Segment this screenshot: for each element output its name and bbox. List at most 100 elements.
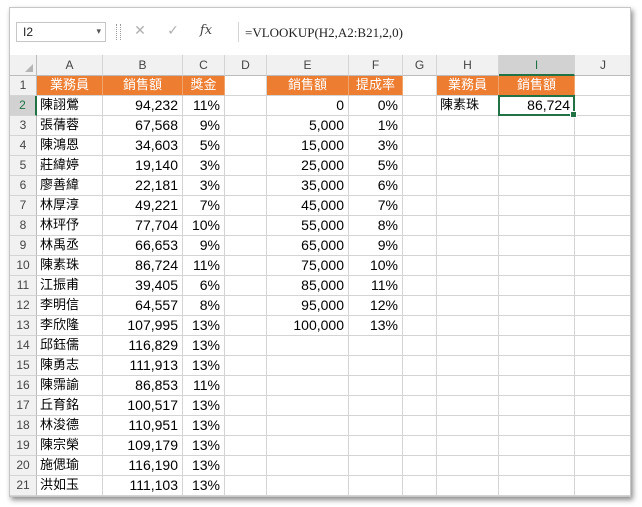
cell[interactable]: [575, 476, 630, 496]
sales-table-header[interactable]: 業務員: [37, 76, 103, 96]
cell[interactable]: [349, 476, 403, 496]
bonus-rate-cell[interactable]: 11%: [183, 256, 225, 276]
cell[interactable]: [403, 156, 437, 176]
cell[interactable]: [499, 356, 575, 376]
row-header-17[interactable]: 17: [10, 396, 37, 416]
cell[interactable]: [437, 396, 499, 416]
cell[interactable]: [403, 236, 437, 256]
bonus-rate-cell[interactable]: 7%: [183, 196, 225, 216]
row-header-3[interactable]: 3: [10, 116, 37, 136]
row-header-19[interactable]: 19: [10, 436, 37, 456]
sales-amount-cell[interactable]: 107,995: [103, 316, 183, 336]
cell[interactable]: [437, 356, 499, 376]
cell[interactable]: [225, 76, 267, 96]
cell[interactable]: [575, 276, 630, 296]
cell[interactable]: [499, 276, 575, 296]
cell[interactable]: [575, 156, 630, 176]
salesperson-cell[interactable]: 洪如玉: [37, 476, 103, 496]
cell[interactable]: [575, 376, 630, 396]
row-header-20[interactable]: 20: [10, 456, 37, 476]
sales-amount-cell[interactable]: 116,829: [103, 336, 183, 356]
cell[interactable]: [575, 496, 631, 497]
lookup-name-cell[interactable]: 陳素珠: [437, 96, 499, 116]
cell[interactable]: [403, 136, 437, 156]
row-header-13[interactable]: 13: [10, 316, 37, 336]
cell[interactable]: [403, 456, 437, 476]
sales-amount-cell[interactable]: 111,103: [103, 476, 183, 496]
commission-rate-cell[interactable]: 6%: [349, 176, 403, 196]
column-header-g[interactable]: G: [403, 55, 437, 76]
x-icon[interactable]: ✕: [128, 20, 152, 42]
insert-function-icon[interactable]: fx: [194, 20, 218, 42]
cell[interactable]: [225, 216, 267, 236]
bonus-rate-cell[interactable]: 11%: [183, 376, 225, 396]
cell[interactable]: [225, 496, 267, 497]
cell[interactable]: [349, 456, 403, 476]
cell[interactable]: [499, 376, 575, 396]
row-header-15[interactable]: 15: [10, 356, 37, 376]
cell[interactable]: [575, 296, 630, 316]
sales-amount-cell[interactable]: 100,517: [103, 396, 183, 416]
bonus-rate-cell[interactable]: 10%: [183, 216, 225, 236]
cell[interactable]: [225, 336, 267, 356]
row-header-6[interactable]: 6: [10, 176, 37, 196]
salesperson-cell[interactable]: 陳詡鶯: [37, 96, 103, 116]
cell[interactable]: [575, 416, 630, 436]
formula-bar-splitter[interactable]: [116, 24, 121, 40]
name-box[interactable]: I2 ▾: [16, 22, 106, 42]
salesperson-cell[interactable]: 林禹丞: [37, 236, 103, 256]
cell[interactable]: [403, 336, 437, 356]
cell[interactable]: [225, 96, 267, 116]
cell[interactable]: [225, 316, 267, 336]
cell[interactable]: [575, 236, 630, 256]
column-header-e[interactable]: E: [267, 55, 349, 76]
row-header-5[interactable]: 5: [10, 156, 37, 176]
commission-rate-cell[interactable]: 11%: [349, 276, 403, 296]
cell[interactable]: [499, 296, 575, 316]
sales-amount-cell[interactable]: 111,913: [103, 356, 183, 376]
cell[interactable]: [575, 356, 630, 376]
cell[interactable]: [403, 296, 437, 316]
threshold-cell[interactable]: 35,000: [267, 176, 349, 196]
cell[interactable]: [225, 356, 267, 376]
cell[interactable]: [349, 416, 403, 436]
row-header-7[interactable]: 7: [10, 196, 37, 216]
cell[interactable]: [437, 276, 499, 296]
cell[interactable]: [575, 216, 630, 236]
bonus-rate-cell[interactable]: 5%: [183, 136, 225, 156]
row-header-11[interactable]: 11: [10, 276, 37, 296]
cell[interactable]: [225, 416, 267, 436]
cell[interactable]: [499, 256, 575, 276]
cell[interactable]: [575, 96, 630, 116]
cell[interactable]: [499, 216, 575, 236]
commission-rate-cell[interactable]: 0%: [349, 96, 403, 116]
cell[interactable]: [267, 376, 349, 396]
cell[interactable]: [575, 196, 630, 216]
cell[interactable]: [437, 236, 499, 256]
row-header-2[interactable]: 2: [10, 96, 37, 116]
cell[interactable]: [575, 256, 630, 276]
cell[interactable]: [267, 336, 349, 356]
cell[interactable]: [437, 216, 499, 236]
cell[interactable]: [403, 396, 437, 416]
sales-amount-cell[interactable]: 116,190: [103, 456, 183, 476]
bonus-rate-cell[interactable]: 3%: [183, 176, 225, 196]
salesperson-cell[interactable]: 陳宗榮: [37, 436, 103, 456]
commission-rate-cell[interactable]: 10%: [349, 256, 403, 276]
cell[interactable]: [403, 276, 437, 296]
cell[interactable]: [499, 336, 575, 356]
cell[interactable]: [575, 76, 630, 96]
salesperson-cell[interactable]: 廖善緯: [37, 176, 103, 196]
salesperson-cell[interactable]: 陳素珠: [37, 256, 103, 276]
cell[interactable]: [437, 256, 499, 276]
threshold-cell[interactable]: 55,000: [267, 216, 349, 236]
column-header-i[interactable]: I: [499, 55, 575, 76]
cell[interactable]: [437, 156, 499, 176]
row-header-12[interactable]: 12: [10, 296, 37, 316]
cell[interactable]: [403, 356, 437, 376]
cell[interactable]: [183, 496, 225, 497]
cell[interactable]: [349, 496, 403, 497]
cell[interactable]: [437, 296, 499, 316]
column-header-h[interactable]: H: [437, 55, 499, 76]
cell[interactable]: [37, 496, 103, 497]
